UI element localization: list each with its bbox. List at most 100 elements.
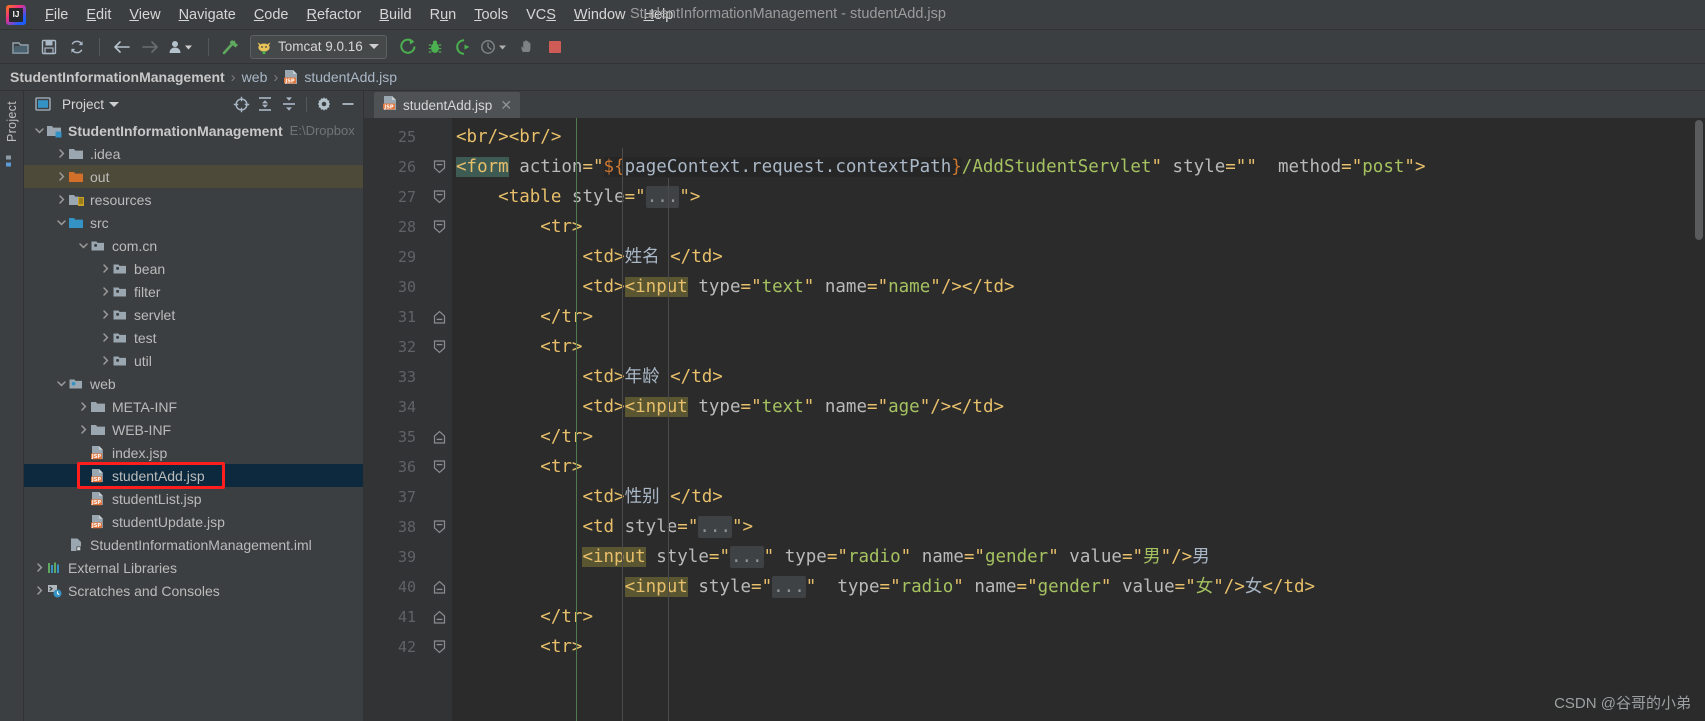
- sync-refresh-icon[interactable]: [64, 34, 90, 60]
- chevron-right-icon[interactable]: [98, 308, 112, 322]
- run-with-coverage-icon[interactable]: [450, 34, 476, 60]
- structure-icon[interactable]: [5, 154, 19, 173]
- menu-window[interactable]: Window: [565, 4, 635, 26]
- project-tree[interactable]: StudentInformationManagement E:\Dropbox .i…: [24, 117, 363, 721]
- chevron-right-icon[interactable]: [76, 400, 90, 414]
- code-line[interactable]: <input style="..." type="radio" name="ge…: [452, 572, 1705, 602]
- code-line[interactable]: <td>性别 </td>: [452, 482, 1705, 512]
- menu-edit[interactable]: Edit: [77, 4, 120, 26]
- settings-gear-icon[interactable]: [313, 93, 335, 115]
- tree-item[interactable]: test: [24, 326, 363, 349]
- editor-scrollbar-thumb[interactable]: [1695, 120, 1703, 240]
- close-x-icon[interactable]: ✕: [500, 97, 512, 114]
- fold-marker-icon[interactable]: [426, 632, 452, 662]
- tree-item[interactable]: External Libraries: [24, 556, 363, 579]
- hide-minimize-icon[interactable]: [337, 93, 359, 115]
- run-configuration-selector[interactable]: Tomcat 9.0.16: [250, 34, 387, 59]
- menu-run[interactable]: Run: [421, 4, 466, 26]
- code-line[interactable]: <td><input type="text" name="age"/></td>: [452, 392, 1705, 422]
- fold-marker-icon[interactable]: [426, 512, 452, 542]
- hand-update-icon[interactable]: [514, 34, 540, 60]
- fold-marker-icon[interactable]: [426, 602, 452, 632]
- expand-all-icon[interactable]: [254, 93, 276, 115]
- tree-item[interactable]: util: [24, 349, 363, 372]
- tree-item[interactable]: Scratches and Consoles: [24, 579, 363, 602]
- chevron-down-icon[interactable]: [32, 124, 46, 138]
- editor-tab-studentadd[interactable]: JSP studentAdd.jsp ✕: [374, 92, 521, 118]
- fold-marker-icon[interactable]: [426, 572, 452, 602]
- forward-arrow-icon[interactable]: [137, 34, 163, 60]
- code-folding-gutter[interactable]: [426, 118, 452, 721]
- menu-tools[interactable]: Tools: [465, 4, 517, 26]
- code-line[interactable]: <tr>: [452, 632, 1705, 662]
- chevron-right-icon[interactable]: [98, 331, 112, 345]
- menu-file[interactable]: File: [36, 4, 77, 26]
- chevron-right-icon[interactable]: [32, 584, 46, 598]
- code-line[interactable]: </tr>: [452, 302, 1705, 332]
- build-hammer-icon[interactable]: [218, 34, 244, 60]
- code-line[interactable]: <input style="..." type="radio" name="ge…: [452, 542, 1705, 572]
- menu-navigate[interactable]: Navigate: [170, 4, 245, 26]
- chevron-down-icon[interactable]: [76, 239, 90, 253]
- breadcrumb-item-file[interactable]: studentAdd.jsp: [304, 69, 397, 85]
- fold-marker-icon[interactable]: [426, 212, 452, 242]
- code-line[interactable]: <td>姓名 </td>: [452, 242, 1705, 272]
- tree-item[interactable]: StudentInformationManagement E:\Dropbox: [24, 119, 363, 142]
- fold-marker-icon[interactable]: [426, 182, 452, 212]
- breadcrumb-item-web[interactable]: web: [242, 69, 268, 85]
- code-line[interactable]: <td style="...">: [452, 512, 1705, 542]
- code-line[interactable]: <tr>: [452, 332, 1705, 362]
- code-line[interactable]: <tr>: [452, 452, 1705, 482]
- stop-red-square-icon[interactable]: [542, 34, 568, 60]
- chevron-down-icon[interactable]: [368, 44, 379, 49]
- run-green-arrow-icon[interactable]: [394, 34, 420, 60]
- profile-dropdown-icon[interactable]: [165, 34, 199, 60]
- tree-item[interactable]: web: [24, 372, 363, 395]
- tree-item[interactable]: StudentInformationManagement.iml: [24, 533, 363, 556]
- chevron-down-icon[interactable]: [54, 216, 68, 230]
- breadcrumb-item-project[interactable]: StudentInformationManagement: [10, 69, 225, 85]
- code-line[interactable]: <td>年龄 </td>: [452, 362, 1705, 392]
- tree-item[interactable]: JSP studentList.jsp: [24, 487, 363, 510]
- chevron-right-icon[interactable]: [54, 193, 68, 207]
- fold-marker-icon[interactable]: [426, 152, 452, 182]
- code-content[interactable]: <br/><br/> <form action="${pageContext.re…: [452, 118, 1705, 721]
- chevron-right-icon[interactable]: [98, 354, 112, 368]
- code-line[interactable]: <tr>: [452, 212, 1705, 242]
- menu-build[interactable]: Build: [370, 4, 420, 26]
- chevron-right-icon[interactable]: [76, 423, 90, 437]
- tree-item[interactable]: out: [24, 165, 363, 188]
- chevron-right-icon[interactable]: [54, 147, 68, 161]
- tree-item[interactable]: resources: [24, 188, 363, 211]
- code-line[interactable]: <form action="${pageContext.request.cont…: [452, 152, 1705, 182]
- collapse-all-icon[interactable]: [278, 93, 300, 115]
- tree-item[interactable]: servlet: [24, 303, 363, 326]
- chevron-down-icon[interactable]: [54, 377, 68, 391]
- tree-item[interactable]: filter: [24, 280, 363, 303]
- open-folder-icon[interactable]: [8, 34, 34, 60]
- debug-bug-icon[interactable]: [422, 34, 448, 60]
- tree-item[interactable]: src: [24, 211, 363, 234]
- chevron-right-icon[interactable]: [32, 561, 46, 575]
- locate-target-icon[interactable]: [230, 93, 252, 115]
- code-line[interactable]: <table style="...">: [452, 182, 1705, 212]
- tree-item-selected[interactable]: JSP studentAdd.jsp: [24, 464, 363, 487]
- fold-marker-icon[interactable]: [426, 332, 452, 362]
- chevron-right-icon[interactable]: [98, 285, 112, 299]
- code-line[interactable]: </tr>: [452, 422, 1705, 452]
- tree-item[interactable]: com.cn: [24, 234, 363, 257]
- tree-item[interactable]: .idea: [24, 142, 363, 165]
- chevron-down-icon[interactable]: [106, 93, 122, 115]
- tool-window-button-project[interactable]: Project: [5, 101, 19, 142]
- profile-icon[interactable]: [478, 34, 512, 60]
- tree-item[interactable]: META-INF: [24, 395, 363, 418]
- menu-refactor[interactable]: Refactor: [298, 4, 371, 26]
- menu-vcs[interactable]: VCS: [517, 4, 565, 26]
- chevron-right-icon[interactable]: [54, 170, 68, 184]
- code-line[interactable]: <br/><br/>: [452, 122, 1705, 152]
- tree-item[interactable]: WEB-INF: [24, 418, 363, 441]
- code-line[interactable]: </tr>: [452, 602, 1705, 632]
- menu-view[interactable]: View: [120, 4, 169, 26]
- tree-item[interactable]: JSP studentUpdate.jsp: [24, 510, 363, 533]
- code-line[interactable]: <td><input type="text" name="name"/></td…: [452, 272, 1705, 302]
